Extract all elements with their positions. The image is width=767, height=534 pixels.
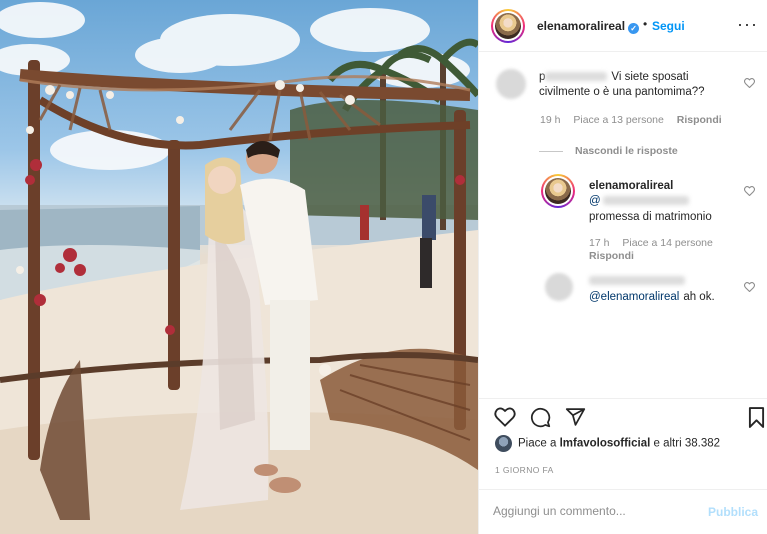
instagram-post-modal: elenamoralireal ✓ • Segui ··· p Vi siete s… [0,0,767,534]
comments-list[interactable]: p Vi siete sposati civilmente o è una pan… [479,53,767,398]
reply-meta: 17 h Piace a 14 persone Rispondi [589,237,723,263]
author-username-text[interactable]: elenamoralireal [537,19,625,33]
post-photo[interactable] [0,0,478,534]
comment-time: 19 h [540,114,561,126]
bookmark-icon[interactable] [748,407,765,428]
reply-body: promessa di matrimonio [589,211,712,223]
reply-mention[interactable]: @ [589,195,689,207]
reply2-text: ah ok. [683,291,715,303]
author-username[interactable]: elenamoralireal ✓ [537,19,640,34]
reply-author-username[interactable]: elenamoralireal [589,180,673,192]
publish-button[interactable]: Pubblica [708,505,758,519]
post-side-panel: elenamoralireal ✓ • Segui ··· p Vi siete s… [478,0,767,534]
commenter-avatar[interactable] [496,69,526,99]
reply-author-avatar[interactable] [541,174,575,208]
comment-likes-count[interactable]: Piace a 13 persone [573,114,663,126]
hide-replies-label[interactable]: Nascondi le risposte [575,145,678,157]
author-avatar[interactable] [491,9,525,43]
likes-summary[interactable]: Piace a lmfavolosofficial e altri 38.382 [495,435,720,452]
comment-text: p Vi siete sposati civilmente o è una pan… [539,70,729,100]
reply2-author-username[interactable] [589,274,685,286]
liker-username[interactable]: lmfavolosofficial [560,438,651,450]
reply-reply-button[interactable]: Rispondi [589,250,634,262]
reply2-like-heart-icon[interactable] [744,282,755,292]
heart-icon[interactable] [494,407,516,427]
more-options-icon[interactable]: ··· [737,14,758,35]
comment-icon[interactable] [530,407,551,428]
comment-like-heart-icon[interactable] [744,78,755,88]
reply-likes-count[interactable]: Piace a 14 persone [622,237,712,249]
follow-button[interactable]: Segui [652,19,685,33]
reply2-body: @elenamoralireal ah ok. [589,291,715,303]
reply-button[interactable]: Rispondi [677,114,722,126]
comment-input[interactable] [493,500,693,522]
blurred-username [545,72,608,82]
likes-prefix: Piace a [518,437,557,450]
blurred-mention [602,196,689,206]
reply2-author-avatar[interactable] [545,273,573,301]
post-header: elenamoralireal ✓ • Segui ··· [479,0,767,52]
reply-like-heart-icon[interactable] [744,186,755,196]
hide-replies-button[interactable]: Nascondi le risposte [539,145,678,157]
verified-badge-icon: ✓ [628,23,640,34]
header-separator: • [643,17,648,31]
comment-meta: 19 h Piace a 13 persone Rispondi [540,114,732,126]
wedding-beach-illustration [0,2,478,534]
blurred-username [589,275,685,285]
liker-avatar[interactable] [495,435,512,452]
share-icon[interactable] [565,407,586,427]
add-comment-bar: Pubblica [479,489,767,534]
replies-divider-line [539,150,563,152]
likes-others[interactable]: e altri 38.382 [654,438,721,450]
reply2-mention[interactable]: @elenamoralireal [589,291,679,303]
post-date: 1 GIORNO FA [495,465,554,475]
reply-mention-text[interactable]: @ [589,195,601,207]
reply-time: 17 h [589,237,610,249]
